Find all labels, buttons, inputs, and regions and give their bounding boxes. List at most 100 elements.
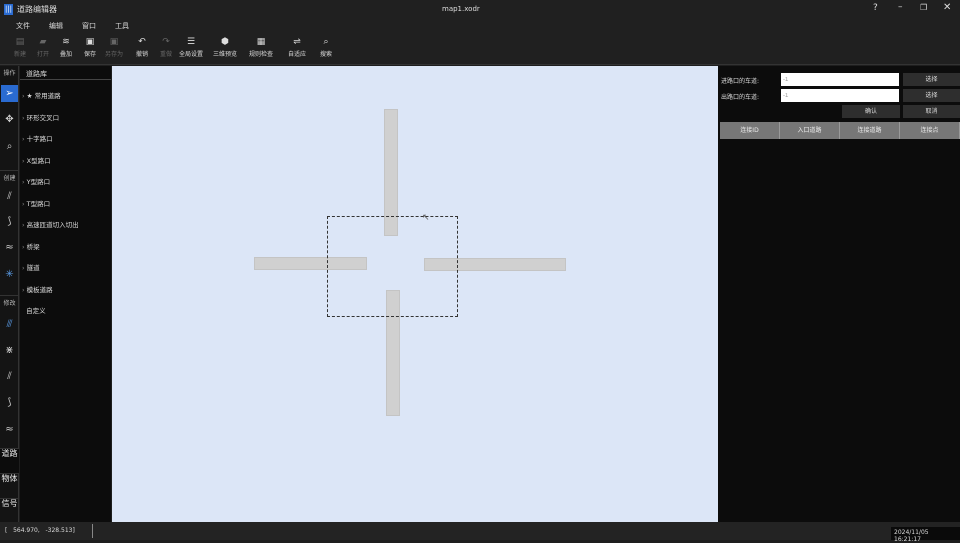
road-library-title: 道路库 [20,66,111,80]
library-item[interactable]: › 模板道路 [22,284,53,294]
toolbar-label: 另存为 [104,51,123,58]
confirm-button[interactable]: 确认 [842,105,900,118]
toolbar-button-3[interactable]: ▣ 保存 [77,36,103,58]
exit-select-button[interactable]: 选择 [903,89,960,102]
tab-signal[interactable]: 信号 [0,498,19,522]
toolbar-label: 打开 [36,51,49,58]
column-contact-point[interactable]: 连接点 [900,122,960,139]
minimize-button[interactable]: – [898,2,903,12]
library-item[interactable]: › Y型路口 [22,176,50,186]
create-spiral-road-icon[interactable]: ≈ [1,239,18,256]
close-button[interactable]: ✕ [943,2,951,13]
app-title: 道路编辑器 [17,5,57,14]
column-entry-road[interactable]: 入口道路 [780,122,840,139]
section-create: 创建 [0,170,19,182]
menu-edit[interactable]: 编辑 [49,21,63,31]
library-item-label: X型路口 [26,156,51,165]
toolbar-label: 规则检查 [248,51,273,58]
library-item-label: Y型路口 [26,178,51,186]
map-canvas[interactable]: ↖ [112,66,718,522]
junction-panel: 进路口的车道: 选择 出路口的车道: 选择 确认 取消 连接ID 入口道路 连接… [718,66,960,522]
add-spiral-lane-icon[interactable]: ≈ [1,421,18,438]
toolbar-label: 全局设置 [178,51,203,58]
toolbar-icon: ▦ [256,37,266,47]
library-item-label: 自定义 [26,307,46,315]
exit-lane-label: 出路口的车道: [721,94,760,101]
toolbar-label: 叠加 [59,51,72,58]
library-item-label: 隧道 [26,264,40,272]
library-item-label: 桥梁 [26,242,40,251]
library-item-label: T型路口 [26,199,51,208]
create-straight-road-icon[interactable]: ⫽ [1,188,18,205]
mouse-cursor-icon: ↖ [422,213,430,223]
help-icon[interactable]: ? [873,3,878,13]
toolbar-button-11[interactable]: ⌕ 搜索 [313,36,339,58]
star-icon: ★ [26,92,35,100]
library-item[interactable]: › X型路口 [22,155,51,165]
menu-bar: 文件 编辑 窗口 工具 [0,19,960,33]
tab-road[interactable]: 道路 [0,448,19,473]
toolbar-button-7[interactable]: ☰ 全局设置 [178,36,204,58]
add-curve-lane-icon[interactable]: ⟆ [1,394,18,411]
tool-sidebar: 操作 ➢ ✥ ⌕ 创建 ⫽ ⟆ ≈ ✳ 修改 ⫻ ⋇ ⫽ ⟆ ≈ 道路 物体 信… [0,66,19,522]
library-item[interactable]: › T型路口 [22,198,50,208]
library-item[interactable]: › 桥梁 [22,241,40,251]
toolbar-label: 三维预览 [212,51,237,58]
toolbar-icon: ↷ [162,37,170,47]
toolbar-icon: ▣ [109,37,119,47]
menu-file[interactable]: 文件 [16,21,30,31]
toolbar-icon: ▣ [85,37,95,47]
toolbar-button-2[interactable]: ≋ 叠加 [53,36,79,58]
library-item[interactable]: › 隧道 [22,262,40,272]
section-operate: 操作 [3,70,16,77]
add-lane-icon[interactable]: ⫽ [1,368,18,385]
library-item[interactable]: › ★ 常用道路 [22,90,61,100]
restore-button[interactable]: ❐ [920,3,927,12]
modify-road-icon[interactable]: ⫻ [1,316,18,333]
toolbar-label: 新建 [13,51,26,58]
menu-window[interactable]: 窗口 [82,21,96,31]
column-connecting-road[interactable]: 连接道路 [840,122,900,139]
create-junction-icon[interactable]: ✳ [1,266,18,283]
app-logo-icon: ||| [4,4,13,15]
move-tool-icon[interactable]: ✥ [1,111,18,128]
toolbar-icon: ≋ [62,37,70,47]
menu-tools[interactable]: 工具 [115,21,129,31]
toolbar: ▤ 新建 ▰ 打开 ≋ 叠加 ▣ 保存 ▣ 另存为 ↶ 撤销 ↷ 重做 ☰ 全局设置 ⬢ 三维预览 ▦ 规则检查 ⇌ 自适… [0,33,960,65]
toolbar-icon: ☰ [186,37,196,47]
toolbar-button-6[interactable]: ↷ 重做 [153,36,179,58]
cursor-coordinates: [ 564.970, -328.513] [5,527,75,534]
library-item-label: 常用道路 [34,92,61,100]
cancel-button[interactable]: 取消 [903,105,960,118]
tab-object[interactable]: 物体 [0,473,19,498]
section-modify: 修改 [0,295,19,307]
library-item[interactable]: › 十字路口 [22,133,53,143]
library-item[interactable]: › 高速匝道切入切出 [22,219,79,229]
library-item-label: 高速匝道切入切出 [26,221,79,229]
zoom-fit-tool-icon[interactable]: ⌕ [1,138,18,155]
toolbar-label: 重做 [159,51,172,58]
exit-lane-input[interactable] [781,89,899,102]
library-item-label: 十字路口 [26,135,53,143]
split-road-icon[interactable]: ⋇ [1,342,18,359]
selection-box [327,216,458,317]
toolbar-label: 自适应 [287,51,306,58]
library-item-label: 环形交叉口 [26,113,60,122]
create-curve-road-icon[interactable]: ⟆ [1,213,18,230]
toolbar-button-4[interactable]: ▣ 另存为 [101,36,127,58]
library-item[interactable]: › 环形交叉口 [22,112,59,122]
entry-lane-label: 进路口的车道: [721,78,760,85]
library-item[interactable]: 自定义 [22,305,46,315]
entry-select-button[interactable]: 选择 [903,73,960,86]
toolbar-icon: ↶ [138,37,146,47]
select-tool-icon[interactable]: ➢ [1,85,18,102]
column-connection-id[interactable]: 连接ID [720,122,780,139]
file-name: map1.xodr [442,5,480,13]
toolbar-button-8[interactable]: ⬢ 三维预览 [212,36,238,58]
toolbar-icon: ⌕ [323,37,329,47]
toolbar-button-9[interactable]: ▦ 规则检查 [248,36,274,58]
entry-lane-input[interactable] [781,73,899,86]
toolbar-label: 保存 [83,51,96,58]
toolbar-button-5[interactable]: ↶ 撤销 [129,36,155,58]
toolbar-button-10[interactable]: ⇌ 自适应 [284,36,310,58]
